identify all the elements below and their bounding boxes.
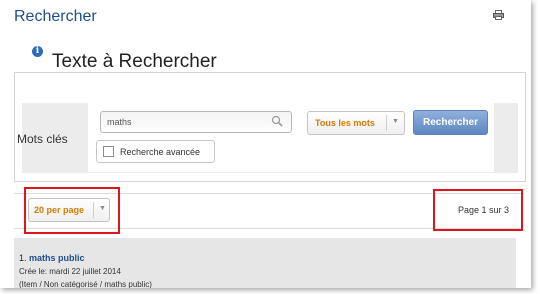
highlight-box-page-info (433, 189, 523, 231)
result-item-title: 1. maths public (19, 253, 85, 263)
magnifier-icon[interactable] (271, 114, 283, 132)
advanced-search-toggle[interactable]: Recherche avancée (96, 140, 215, 163)
search-page: Rechercher i Texte à Rechercher Mots clé… (0, 0, 531, 288)
search-mode-select[interactable]: Tous les mots ▼ (307, 111, 405, 135)
advanced-search-checkbox[interactable] (103, 146, 114, 157)
result-link[interactable]: maths public (29, 253, 85, 263)
chevron-down-icon[interactable]: ▼ (392, 118, 399, 125)
search-mode-value: Tous les mots (315, 118, 375, 128)
highlight-box-per-page (24, 187, 120, 234)
keywords-label: Mots clés (17, 132, 68, 146)
select-divider (386, 115, 387, 131)
page-title: Rechercher (14, 8, 97, 25)
advanced-search-label: Recherche avancée (120, 147, 201, 157)
result-path: (Item / Non catégorisé / maths public) (19, 280, 152, 288)
search-input[interactable]: maths (100, 111, 292, 133)
info-icon: i (32, 46, 43, 57)
section-title: Texte à Rechercher (52, 51, 217, 72)
result-index: 1. (19, 253, 27, 263)
result-date: Crée le: mardi 22 juillet 2014 (19, 267, 121, 276)
search-button[interactable]: Rechercher (413, 110, 488, 135)
printer-icon[interactable] (493, 7, 504, 25)
